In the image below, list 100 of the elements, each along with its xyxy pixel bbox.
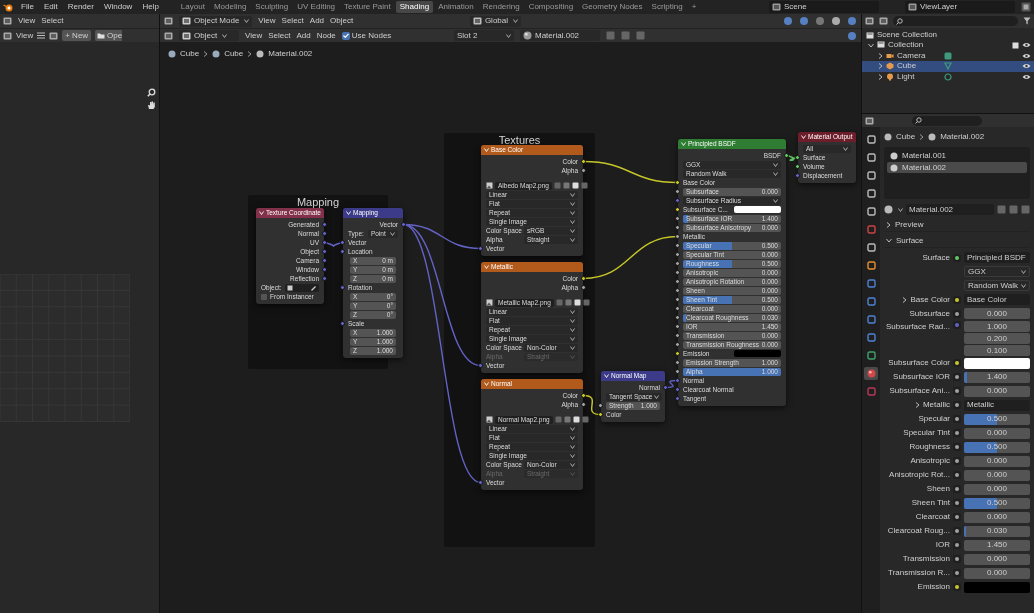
workspace-tab[interactable]: Compositing — [524, 1, 578, 13]
search-field[interactable] — [912, 115, 982, 126]
socket-icon[interactable] — [675, 306, 680, 311]
outliner-row[interactable]: Light — [862, 71, 1034, 82]
checkbox[interactable] — [261, 293, 267, 300]
menu-item[interactable]: Select — [281, 15, 304, 27]
slider[interactable]: 0.500 — [964, 497, 1030, 509]
color-swatch[interactable] — [964, 357, 1030, 369]
outliner-item[interactable]: Scene Collection — [877, 29, 938, 41]
slider[interactable]: 0.500 — [964, 413, 1030, 425]
socket-icon[interactable] — [598, 412, 603, 417]
number-field[interactable]: 0.100 — [964, 345, 1030, 356]
socket-icon[interactable] — [675, 207, 680, 212]
outliner-row[interactable]: Collection — [862, 40, 1034, 51]
workspace-tab[interactable]: Scripting — [647, 1, 687, 13]
linked-field[interactable]: Base Color — [964, 294, 1030, 306]
panel-header[interactable]: Preview — [884, 218, 1030, 232]
menu-item[interactable]: Add — [296, 29, 311, 42]
socket-icon[interactable] — [955, 389, 959, 394]
workspace-tab[interactable]: Layout — [176, 1, 209, 13]
socket-icon[interactable] — [955, 487, 959, 492]
menu-item[interactable]: Select — [41, 15, 64, 27]
workspace-tab[interactable]: Rendering — [478, 1, 524, 13]
panel-header[interactable]: Surface — [884, 234, 1030, 248]
slider[interactable]: 0.000 — [964, 427, 1030, 439]
menu-item[interactable]: Add — [309, 15, 325, 27]
color-swatch[interactable] — [733, 350, 781, 357]
socket-icon[interactable] — [955, 311, 959, 316]
new-button[interactable]: + New — [62, 30, 92, 41]
socket-icon[interactable] — [955, 297, 959, 302]
socket-icon[interactable] — [675, 279, 680, 284]
socket-icon[interactable] — [675, 360, 680, 365]
socket-icon[interactable] — [581, 285, 586, 290]
material-dropdown[interactable]: Material.002 — [520, 30, 600, 41]
socket-icon[interactable] — [955, 403, 959, 408]
workspace-tab[interactable]: Shading — [395, 1, 434, 13]
socket-icon[interactable] — [955, 445, 959, 450]
socket-icon[interactable] — [675, 216, 680, 221]
socket-icon[interactable] — [795, 164, 800, 169]
menu-item[interactable]: View — [258, 15, 276, 27]
slot-dropdown[interactable]: Slot 2 — [454, 30, 514, 41]
socket-icon[interactable] — [675, 333, 680, 338]
slider[interactable]: 0.000 — [964, 567, 1030, 579]
properties-tab[interactable] — [864, 367, 878, 380]
socket-icon[interactable] — [955, 473, 959, 478]
dropdown[interactable]: Random Walk — [964, 280, 1030, 292]
socket-icon[interactable] — [955, 515, 959, 520]
linked-field[interactable]: Metallic — [964, 399, 1030, 411]
menu-item[interactable]: Edit — [41, 1, 60, 13]
socket-icon[interactable] — [955, 361, 959, 366]
material-name-field[interactable]: Material.002 — [906, 204, 994, 215]
shader-type-dropdown[interactable]: Object — [179, 30, 239, 41]
socket-icon[interactable] — [955, 417, 959, 422]
menu-item[interactable]: Help — [140, 1, 161, 13]
slider[interactable]: 0.030 — [964, 525, 1030, 537]
socket-icon[interactable] — [581, 393, 586, 398]
workspace-tab[interactable]: Sculpting — [251, 1, 293, 13]
socket-icon[interactable] — [675, 315, 680, 320]
outliner-row[interactable]: Cube — [862, 61, 1034, 72]
socket-icon[interactable] — [955, 501, 959, 506]
menu-item[interactable]: Window — [101, 1, 135, 13]
socket-icon[interactable] — [598, 403, 603, 408]
slider[interactable]: 1.400 — [964, 371, 1030, 383]
workspace-tab[interactable]: Animation — [434, 1, 478, 13]
socket-icon[interactable] — [675, 243, 680, 248]
open-button[interactable]: Ope — [95, 30, 123, 41]
menu-item[interactable]: Object — [330, 15, 354, 27]
socket-icon[interactable] — [675, 270, 680, 275]
socket-icon[interactable] — [955, 459, 959, 464]
color-swatch[interactable] — [964, 581, 1030, 593]
socket-icon[interactable] — [581, 168, 586, 173]
number-field[interactable]: 0.200 — [964, 333, 1030, 344]
socket-icon[interactable] — [795, 155, 800, 160]
view-layer-selector[interactable]: ViewLayer — [905, 1, 1015, 13]
menu-item[interactable]: File — [19, 1, 36, 13]
slider[interactable]: 0.000 — [964, 455, 1030, 467]
object-field[interactable] — [284, 283, 319, 292]
checkbox[interactable] — [341, 31, 350, 40]
socket-icon[interactable] — [955, 557, 959, 562]
socket-icon[interactable] — [955, 543, 959, 548]
socket-icon[interactable] — [784, 153, 789, 158]
socket-icon[interactable] — [675, 180, 680, 185]
socket-icon[interactable] — [955, 255, 959, 260]
socket-icon[interactable] — [955, 375, 959, 380]
color-swatch[interactable] — [733, 206, 781, 213]
slider[interactable]: 0.000 — [964, 308, 1030, 320]
socket-icon[interactable] — [955, 571, 959, 576]
menu-item[interactable]: View — [16, 29, 34, 42]
socket-icon[interactable] — [675, 369, 680, 374]
material-slot[interactable]: Material.001 — [887, 150, 1027, 161]
dropdown[interactable]: GGX — [964, 266, 1030, 278]
menu-item[interactable]: View — [245, 29, 263, 42]
socket-icon[interactable] — [675, 225, 680, 230]
socket-icon[interactable] — [955, 585, 959, 590]
socket-icon[interactable] — [581, 402, 586, 407]
workspace-tab[interactable]: Geometry Nodes — [578, 1, 647, 13]
menu-item[interactable]: View — [18, 15, 36, 27]
slider[interactable]: 0.000 — [964, 483, 1030, 495]
socket-icon[interactable] — [955, 529, 959, 534]
socket-icon[interactable] — [675, 288, 680, 293]
